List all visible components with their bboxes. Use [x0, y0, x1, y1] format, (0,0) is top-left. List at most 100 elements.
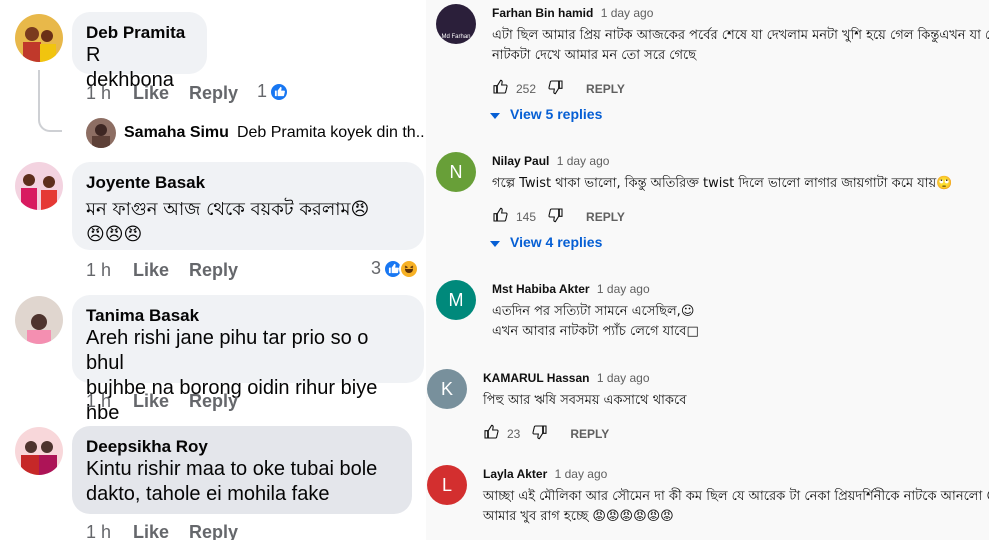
comment-text: Areh rishi jane pihu tar prio so o bhul — [86, 327, 369, 374]
comment-time[interactable]: 1 h — [86, 83, 111, 104]
comment-author[interactable]: Deb Pramita — [86, 22, 193, 43]
haha-reaction-icon — [399, 258, 420, 279]
thumbs-up-icon[interactable] — [492, 79, 508, 98]
reaction-count: 1 — [257, 81, 268, 101]
comment-text: মন ফাগুন আজ থেকে বয়কট করলাম😠 — [86, 199, 370, 220]
comment-header: Farhan Bin hamid 1 day ago — [492, 6, 653, 20]
thumbs-up-icon[interactable] — [483, 424, 499, 443]
thumbs-down-icon[interactable] — [532, 424, 548, 443]
comment-author[interactable]: Tanima Basak — [86, 305, 410, 326]
comment-time[interactable]: 1 h — [86, 522, 111, 540]
reply-button[interactable]: Reply — [189, 522, 238, 540]
comment-toolbar: 23 REPLY — [483, 424, 609, 443]
caret-down-icon — [490, 106, 500, 122]
avatar[interactable]: N — [436, 152, 476, 192]
youtube-comments-panel: Md Farhan Farhan Bin hamid 1 day ago এটা… — [426, 0, 989, 540]
avatar[interactable] — [15, 14, 63, 62]
comment-author[interactable]: Farhan Bin hamid — [492, 6, 593, 20]
thread-connector — [38, 70, 62, 132]
reaction-summary[interactable]: 3 — [371, 258, 420, 279]
reaction-count: 3 — [371, 258, 382, 278]
avatar-letter: N — [449, 161, 463, 182]
thumbs-down-icon[interactable] — [548, 79, 564, 98]
comment-time[interactable]: 1 h — [86, 391, 111, 412]
view-replies-button[interactable]: View 4 replies — [490, 234, 602, 250]
comment-text: এটা ছিল আমার প্রিয় নাটক আজকের পর্বের শে… — [492, 26, 989, 66]
comment-bubble: Joyente Basak মন ফাগুন আজ থেকে বয়কট করল… — [72, 162, 424, 250]
comment-toolbar: 145 REPLY — [492, 207, 625, 226]
comment-line: আচ্ছা এই মৌলিকা আর সৌমেন দা কী কম ছিল যে… — [483, 489, 989, 504]
comment-bubble: Deepsikha Roy Kintu rishir maa to oke tu… — [72, 426, 412, 514]
comment-author[interactable]: Mst Habiba Akter — [492, 282, 590, 296]
thumbs-up-icon[interactable] — [492, 207, 508, 226]
comment-line: এখন আবার নাটকটা প্যাঁচ লেগে যাবে□ — [492, 324, 699, 339]
reply-text: Deb Pramita koyek din th... — [236, 124, 426, 141]
comment-time[interactable]: 1 day ago — [555, 467, 608, 481]
like-button[interactable]: Like — [133, 391, 169, 412]
comment-header: Mst Habiba Akter 1 day ago — [492, 282, 650, 296]
avatar-letter: K — [440, 378, 453, 399]
avatar[interactable] — [15, 427, 63, 475]
comment-time[interactable]: 1 day ago — [601, 6, 654, 20]
like-reaction-icon — [269, 81, 290, 102]
comment-time[interactable]: 1 day ago — [597, 371, 650, 385]
view-replies-button[interactable]: View 5 replies — [490, 106, 602, 122]
avatar-letter: M — [448, 289, 464, 310]
caret-down-icon — [490, 234, 500, 250]
view-replies-label: View 4 replies — [510, 234, 603, 250]
comment-toolbar: 252 REPLY — [492, 79, 625, 98]
comment-line: এতদিন পর সত্যিটা সামনে এসেছিল,☺ — [492, 304, 695, 319]
like-count: 23 — [507, 426, 521, 441]
avatar[interactable]: Md Farhan — [436, 4, 476, 44]
comment-header: Nilay Paul 1 day ago — [492, 154, 609, 168]
avatar-label: Md Farhan — [441, 34, 471, 40]
comment-line: এটা ছিল আমার প্রিয় নাটক আজকের পর্বের শে… — [492, 28, 989, 43]
view-replies-label: View 5 replies — [510, 106, 603, 122]
reply-preview[interactable]: Samaha Simu Deb Pramita koyek din th... — [86, 118, 426, 148]
avatar[interactable]: K — [427, 369, 467, 409]
avatar-letter: L — [441, 474, 452, 495]
comment-author[interactable]: Layla Akter — [483, 467, 547, 481]
avatar[interactable] — [15, 296, 63, 344]
reply-button[interactable]: Reply — [189, 391, 238, 412]
comment-author[interactable]: Deepsikha Roy — [86, 436, 398, 457]
reply-button[interactable]: REPLY — [586, 82, 625, 96]
comment-text: আচ্ছা এই মৌলিকা আর সৌমেন দা কী কম ছিল যে… — [483, 487, 989, 527]
comment-line: নাটকটা দেখে আমার মন তো সরে গেছে — [492, 48, 697, 63]
comment-time[interactable]: 1 day ago — [557, 154, 610, 168]
reply-author[interactable]: Samaha Simu — [124, 124, 229, 142]
comment-text: dakto, tahole ei mohila fake — [86, 483, 330, 505]
comment-author[interactable]: Nilay Paul — [492, 154, 549, 168]
comment-header: Layla Akter 1 day ago — [483, 467, 607, 481]
comment-line: গল্পে Twist থাকা ভালো, কিন্তু অতিরিক্ত t… — [492, 176, 953, 191]
facebook-comments-panel: Deb Pramita R dekhbona 1 h Like Reply 1 … — [0, 0, 426, 540]
like-count: 145 — [516, 209, 537, 224]
comment-text: এতদিন পর সত্যিটা সামনে এসেছিল,☺ এখন আবার… — [492, 302, 699, 342]
comment-author[interactable]: KAMARUL Hassan — [483, 371, 589, 385]
avatar[interactable] — [15, 162, 63, 210]
like-button[interactable]: Like — [133, 260, 169, 281]
comment-header: KAMARUL Hassan 1 day ago — [483, 371, 650, 385]
comment-text: গল্পে Twist থাকা ভালো, কিন্তু অতিরিক্ত t… — [492, 174, 952, 194]
comment-text: Kintu rishir maa to oke tubai bole — [86, 458, 378, 480]
comment-author[interactable]: Joyente Basak — [86, 172, 410, 193]
reply-button[interactable]: Reply — [189, 83, 238, 104]
comment-line: আমার খুব রাগ হচ্ছে 😡😡😡😡😡😡 — [483, 509, 674, 524]
thumbs-down-icon[interactable] — [548, 207, 564, 226]
avatar[interactable] — [86, 118, 116, 148]
comment-bubble: Tanima Basak Areh rishi jane pihu tar pr… — [72, 295, 424, 424]
comment-time[interactable]: 1 h — [86, 260, 111, 281]
like-button[interactable]: Like — [133, 522, 169, 540]
comment-text: 😠😠😠 — [86, 224, 143, 245]
avatar[interactable]: M — [436, 280, 476, 320]
reply-button[interactable]: REPLY — [586, 210, 625, 224]
reaction-summary[interactable]: 1 — [257, 81, 290, 102]
reply-button[interactable]: Reply — [189, 260, 238, 281]
comment-line: পিহু আর ঋষি সবসময় একসাথে থাকবে — [483, 393, 687, 408]
reply-button[interactable]: REPLY — [570, 427, 609, 441]
avatar[interactable]: L — [427, 465, 467, 505]
like-button[interactable]: Like — [133, 83, 169, 104]
comment-bubble: Deb Pramita R dekhbona — [72, 12, 207, 91]
comment-text: পিহু আর ঋষি সবসময় একসাথে থাকবে — [483, 391, 686, 411]
comment-time[interactable]: 1 day ago — [597, 282, 650, 296]
